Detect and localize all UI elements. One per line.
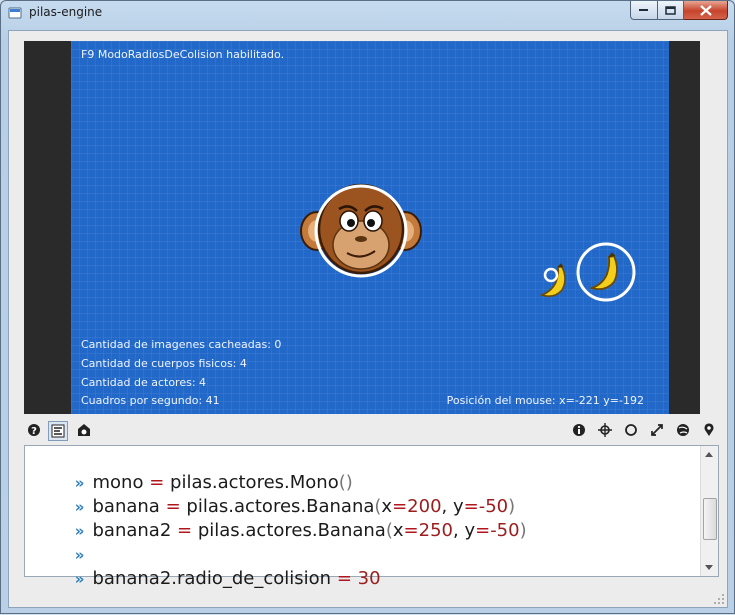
code-paren: ) [519, 520, 527, 541]
editor-button[interactable] [48, 421, 68, 441]
stage-frame: F9 ModoRadiosDeColision habilitado. Cant… [24, 41, 700, 414]
info-icon [573, 424, 585, 436]
app-window: pilas-engine F9 ModoRadiosDeColision hab… [0, 0, 735, 614]
position-button[interactable] [596, 421, 614, 439]
console-scrollbar[interactable] [700, 446, 718, 576]
code-arg-name: y [464, 520, 476, 541]
code-comma: , [452, 520, 465, 541]
resize-grip-icon[interactable] [713, 593, 725, 605]
scroll-down-icon[interactable] [705, 565, 713, 570]
console-line: » mono = pilas.actores.Mono() [29, 447, 353, 493]
code-operator: = [177, 520, 193, 541]
game-stage[interactable]: F9 ModoRadiosDeColision habilitado. Cant… [71, 41, 669, 414]
mouse-position: Posición del mouse: x=-221 y=-192 [446, 394, 644, 407]
console-line: » banana = pilas.actores.Banana(x=200, y=… [29, 471, 515, 517]
code-operator: = [403, 520, 419, 541]
svg-text:?: ? [31, 426, 37, 437]
marker-icon [704, 423, 714, 436]
scrollbar-thumb[interactable] [703, 498, 717, 540]
banana2-actor[interactable] [574, 242, 638, 304]
help-icon: ? [28, 424, 40, 437]
maximize-button[interactable] [658, 1, 684, 20]
minimize-icon [639, 9, 648, 11]
console-toolbar: ? [9, 417, 727, 443]
position-icon [598, 423, 612, 437]
close-icon [699, 4, 712, 16]
python-console[interactable]: » mono = pilas.actores.Mono() » banana = p… [24, 445, 719, 589]
console-line-current[interactable]: » banana2.radio_de_colision = 30 [29, 543, 381, 589]
code-target: banana2 [92, 520, 172, 541]
stat-physics-bodies: Cantidad de cuerpos fisicos: 4 [81, 357, 247, 370]
scroll-up-icon[interactable] [705, 452, 713, 457]
fullscreen-icon [651, 424, 663, 436]
code-arg-value: 250 [418, 520, 453, 541]
code-call: pilas.actores.Banana [197, 520, 386, 541]
physics-icon [677, 424, 689, 436]
status-bar [9, 585, 727, 607]
help-button[interactable]: ? [25, 421, 43, 439]
editor-icon [51, 424, 65, 438]
app-icon [8, 7, 22, 19]
code-operator: = [475, 520, 491, 541]
marker-button[interactable] [700, 421, 718, 439]
title-bar[interactable]: pilas-engine [1, 1, 734, 25]
code-arg-value: -50 [490, 520, 520, 541]
screenshot-icon [78, 424, 90, 436]
console-line: » [29, 519, 92, 564]
physics-button[interactable] [674, 421, 692, 439]
stat-cached-images: Cantidad de imagenes cacheadas: 0 [81, 338, 282, 351]
code-paren: ( [385, 520, 393, 541]
stat-actor-count: Cantidad de actores: 4 [81, 376, 207, 389]
window-title: pilas-engine [29, 5, 103, 19]
screenshot-button[interactable] [75, 421, 93, 439]
code-arg-name: x [392, 520, 404, 541]
info-button[interactable] [570, 421, 588, 439]
close-button[interactable] [684, 1, 728, 20]
client-area: F9 ModoRadiosDeColision habilitado. Cant… [8, 30, 728, 608]
radius-button[interactable] [622, 421, 640, 439]
window-controls [630, 1, 728, 21]
radius-icon [625, 424, 637, 436]
banana-actor[interactable] [537, 263, 573, 301]
minimize-button[interactable] [630, 1, 658, 20]
debug-mode-message: F9 ModoRadiosDeColision habilitado. [81, 48, 285, 61]
stat-fps: Cuadros por segundo: 41 [81, 394, 220, 407]
monkey-actor[interactable] [299, 179, 423, 283]
fullscreen-button[interactable] [648, 421, 666, 439]
console-line: » banana2 = pilas.actores.Banana(x=250, y… [29, 495, 527, 541]
maximize-icon [665, 5, 676, 15]
